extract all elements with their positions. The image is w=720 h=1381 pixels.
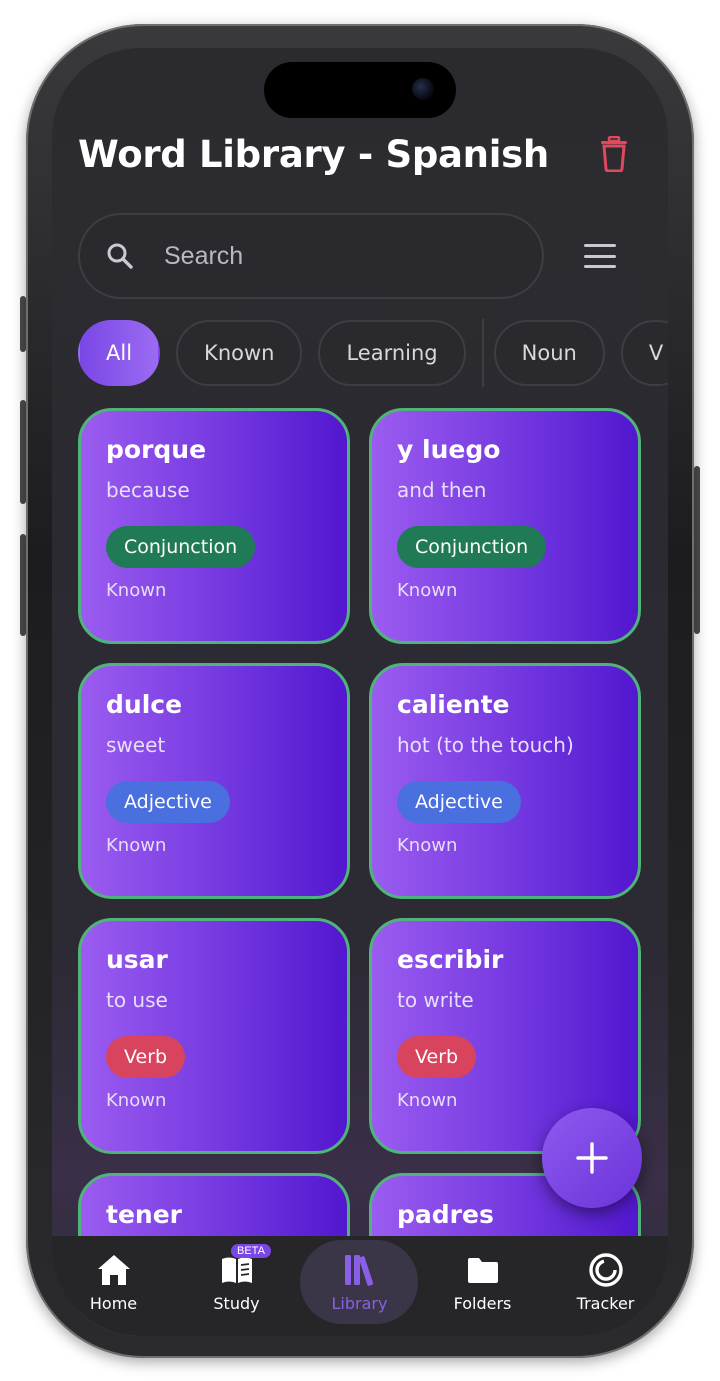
- card-status: Known: [397, 835, 458, 856]
- search-row: [78, 212, 634, 300]
- bottom-tab-bar: Home BETA Study Library Folders Tracker: [52, 1236, 668, 1336]
- tab-study[interactable]: BETA Study: [175, 1236, 298, 1326]
- tab-library[interactable]: Library: [298, 1236, 421, 1326]
- filter-chip-learning[interactable]: Learning: [318, 320, 466, 386]
- filter-chip-verb[interactable]: V: [620, 320, 668, 386]
- card-word: usar: [106, 945, 168, 974]
- tab-label: Tracker: [576, 1294, 635, 1313]
- word-card[interactable]: y luego and then Conjunction Known: [369, 408, 641, 644]
- card-word: escribir: [397, 945, 504, 974]
- menu-line: [584, 244, 616, 247]
- home-icon: [96, 1250, 132, 1290]
- card-status: Known: [106, 835, 167, 856]
- word-card[interactable]: caliente hot (to the touch) Adjective Kn…: [369, 663, 641, 899]
- tracker-icon: [588, 1250, 624, 1290]
- card-meaning: to write: [397, 988, 474, 1012]
- front-camera: [412, 78, 434, 100]
- card-word: dulce: [106, 690, 183, 719]
- filter-chips: All Known Learning Noun V: [78, 318, 668, 388]
- menu-line: [584, 265, 616, 268]
- word-card[interactable]: usar to use Verb Known: [78, 918, 350, 1154]
- plus-icon: [576, 1142, 608, 1174]
- card-status: Known: [106, 1090, 167, 1111]
- card-word: porque: [106, 435, 207, 464]
- card-status: Known: [397, 1090, 458, 1111]
- filter-chip-all[interactable]: All: [78, 320, 161, 386]
- beta-badge: BETA: [231, 1244, 271, 1258]
- word-card[interactable]: porque because Conjunction Known: [78, 408, 350, 644]
- card-meaning: to use: [106, 988, 168, 1012]
- add-word-button[interactable]: [542, 1108, 642, 1208]
- tab-home[interactable]: Home: [52, 1236, 175, 1326]
- menu-line: [584, 254, 616, 258]
- tab-label: Library: [331, 1294, 388, 1313]
- search-icon: [107, 243, 133, 269]
- card-meaning: sweet: [106, 733, 166, 757]
- filter-chip-noun[interactable]: Noun: [493, 320, 605, 386]
- tab-label: Study: [213, 1294, 260, 1313]
- filter-chip-known[interactable]: Known: [176, 320, 303, 386]
- card-word: tener: [106, 1200, 182, 1229]
- card-meaning: hot (to the touch): [397, 733, 574, 757]
- search-box[interactable]: [78, 213, 544, 299]
- tab-label: Home: [89, 1294, 138, 1313]
- power-button: [694, 466, 700, 634]
- app-screen: Word Library - Spanish All Known Learnin…: [52, 48, 668, 1336]
- pos-badge: Conjunction: [397, 526, 547, 568]
- menu-button[interactable]: [584, 244, 616, 268]
- pos-badge: Conjunction: [106, 526, 256, 568]
- dynamic-island: [264, 62, 456, 118]
- word-card[interactable]: dulce sweet Adjective Known: [78, 663, 350, 899]
- card-meaning: because: [106, 478, 190, 502]
- pos-badge: Adjective: [106, 781, 230, 823]
- pos-badge: Adjective: [397, 781, 521, 823]
- card-word: y luego: [397, 435, 501, 464]
- library-icon: [343, 1250, 377, 1290]
- chip-divider: [481, 319, 484, 387]
- pos-badge: Verb: [397, 1036, 477, 1078]
- card-word: caliente: [397, 690, 510, 719]
- card-status: Known: [397, 580, 458, 601]
- delete-button[interactable]: [594, 132, 634, 176]
- pos-badge: Verb: [106, 1036, 186, 1078]
- card-status: Known: [106, 580, 167, 601]
- tab-folders[interactable]: Folders: [421, 1236, 544, 1326]
- card-meaning: and then: [397, 478, 487, 502]
- header: Word Library - Spanish: [78, 126, 638, 182]
- search-input[interactable]: [162, 240, 496, 272]
- trash-icon: [601, 136, 627, 172]
- tab-label: Folders: [453, 1294, 512, 1313]
- tab-tracker[interactable]: Tracker: [544, 1236, 667, 1326]
- folder-icon: [466, 1250, 500, 1290]
- page-title: Word Library - Spanish: [78, 132, 549, 176]
